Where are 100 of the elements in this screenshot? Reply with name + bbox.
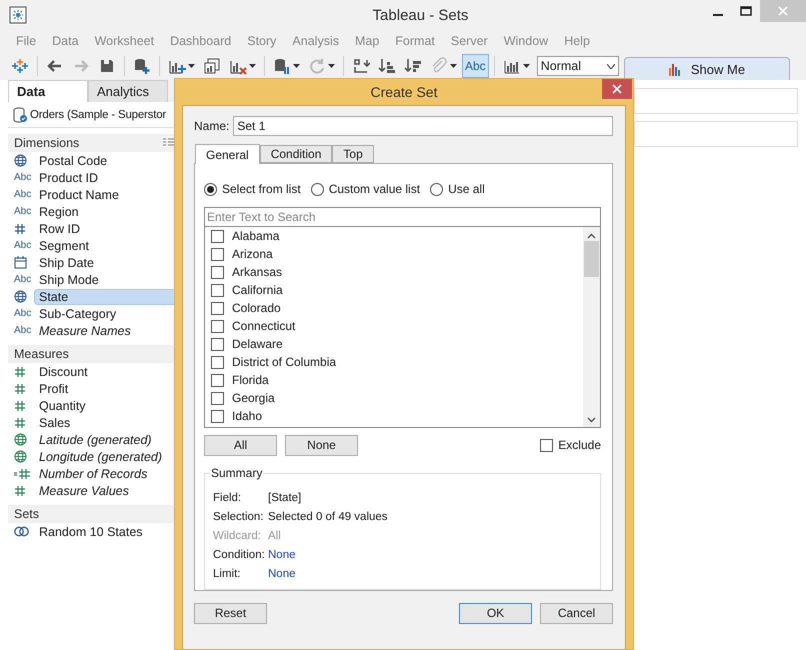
field-item[interactable]: Sub-Category	[34, 306, 122, 322]
field-item[interactable]: Product Name	[34, 186, 124, 202]
value-label[interactable]: Idaho	[232, 409, 262, 423]
hash-icon	[14, 416, 26, 428]
field-item[interactable]: Region	[34, 204, 84, 220]
field-item[interactable]: Segment	[34, 238, 94, 254]
checkbox[interactable]	[211, 230, 224, 242]
fit-dropdown[interactable]: Normal	[536, 56, 619, 76]
checkbox[interactable]	[211, 302, 224, 314]
value-label[interactable]: California	[232, 283, 283, 297]
field-item[interactable]: Postal Code	[34, 152, 112, 168]
value-label[interactable]: Florida	[232, 373, 269, 387]
value-label[interactable]: Alabama	[232, 229, 280, 243]
data-source-name[interactable]: Orders (Sample - Superstor	[30, 108, 166, 120]
field-item[interactable]: Latitude (generated)	[34, 432, 157, 448]
field-item[interactable]: Number of Records	[34, 466, 152, 482]
checkbox[interactable]	[211, 248, 224, 260]
show-labels-button[interactable]: Abc	[462, 54, 489, 78]
field-item[interactable]: Profit	[34, 380, 74, 396]
duplicate-sheet-icon[interactable]	[203, 57, 221, 75]
swap-rows-columns-icon[interactable]	[352, 57, 370, 75]
name-field[interactable]: Set 1	[233, 116, 613, 136]
field-item[interactable]: Discount	[34, 364, 93, 380]
globe-icon	[14, 450, 27, 463]
abc-icon: Abc	[14, 240, 32, 251]
dialog-tab[interactable]: Top	[332, 145, 374, 163]
caret-icon[interactable]	[188, 64, 195, 68]
field-item[interactable]: Measure Values	[34, 482, 134, 498]
caret-icon[interactable]	[293, 64, 300, 68]
save-icon[interactable]	[98, 57, 116, 75]
field-item[interactable]: Ship Date	[34, 254, 99, 270]
chevron-down-icon	[606, 64, 615, 68]
field-item[interactable]: Product ID	[34, 170, 104, 186]
checkbox[interactable]	[211, 266, 224, 278]
exclude-checkbox[interactable]	[540, 438, 554, 452]
checkbox[interactable]	[211, 410, 224, 422]
value-label[interactable]: District of Columbia	[232, 355, 336, 369]
value-label[interactable]: Georgia	[232, 391, 275, 405]
value-label[interactable]: Arizona	[232, 247, 273, 261]
summary-value: [State]	[268, 492, 302, 504]
summary-value: Selected 0 of 49 values	[268, 510, 388, 522]
dialog-tab[interactable]: Condition	[260, 145, 332, 163]
mode-radio[interactable]: Use all	[430, 182, 485, 196]
list-button[interactable]: All	[204, 434, 277, 456]
sidebar-tab[interactable]: Data	[8, 80, 88, 102]
sort-ascending-icon[interactable]	[378, 57, 396, 75]
scroll-down-icon[interactable]	[587, 417, 596, 423]
value-label[interactable]: Colorado	[232, 301, 281, 315]
value-label[interactable]: Arkansas	[232, 265, 282, 279]
mode-radio[interactable]: Select from list	[204, 182, 301, 196]
summary-value: All	[268, 530, 281, 542]
close-button[interactable]	[602, 79, 632, 99]
field-item[interactable]: Longitude (generated)	[34, 448, 168, 464]
field-item[interactable]: Measure Names	[34, 322, 136, 338]
field-item[interactable]: Sales	[34, 414, 76, 430]
checkbox[interactable]	[211, 338, 224, 350]
summary-link[interactable]: None	[268, 548, 296, 560]
checkbox[interactable]	[211, 392, 224, 404]
mode-radio[interactable]: Custom value list	[310, 182, 420, 196]
dialog-button[interactable]: Reset	[194, 602, 267, 624]
caret-icon[interactable]	[522, 64, 530, 68]
abc-icon: Abc	[14, 274, 32, 285]
globe-icon	[14, 154, 27, 167]
calculated-hash-icon	[14, 468, 30, 480]
name-label: Name:	[194, 119, 230, 133]
dialog-button[interactable]: OK	[459, 602, 532, 624]
field-item[interactable]: Ship Mode	[34, 272, 104, 288]
globe-icon	[14, 433, 27, 446]
globe-icon	[14, 290, 27, 303]
checkbox[interactable]	[211, 356, 224, 368]
exclude-label[interactable]: Exclude	[558, 438, 601, 452]
caret-icon[interactable]	[249, 64, 256, 68]
scrollbar[interactable]	[583, 227, 600, 427]
dialog-tab[interactable]: General	[195, 144, 260, 164]
data-source-icon	[12, 106, 28, 122]
show-me-button[interactable]: Show Me	[624, 57, 790, 81]
checkbox[interactable]	[211, 374, 224, 386]
sort-descending-icon[interactable]	[404, 57, 422, 75]
dialog-button[interactable]: Cancel	[540, 602, 613, 624]
summary-label: Field:	[213, 492, 242, 504]
summary-link[interactable]: None	[268, 568, 296, 580]
add-data-source-icon[interactable]	[133, 57, 151, 75]
sidebar-tab[interactable]: Analytics	[88, 80, 168, 102]
list-button[interactable]: None	[285, 434, 358, 456]
scrollbar-thumb[interactable]	[584, 241, 599, 277]
field-item[interactable]: Quantity	[34, 398, 91, 414]
value-label[interactable]: Delaware	[232, 337, 283, 351]
value-label[interactable]: Connecticut	[232, 319, 296, 333]
pause-updates-icon[interactable]	[273, 57, 291, 75]
section-header: Measures	[14, 347, 69, 361]
section-header: Sets	[14, 507, 40, 521]
checkbox[interactable]	[211, 320, 224, 332]
checkbox[interactable]	[211, 284, 224, 296]
scroll-up-icon[interactable]	[587, 233, 596, 239]
app-logo-icon	[9, 6, 27, 24]
field-item[interactable]: Random 10 States	[34, 524, 148, 540]
calendar-icon	[14, 256, 27, 269]
summary-label: Selection:	[213, 510, 265, 522]
set-icon	[14, 525, 29, 538]
field-item[interactable]: Row ID	[34, 220, 85, 236]
